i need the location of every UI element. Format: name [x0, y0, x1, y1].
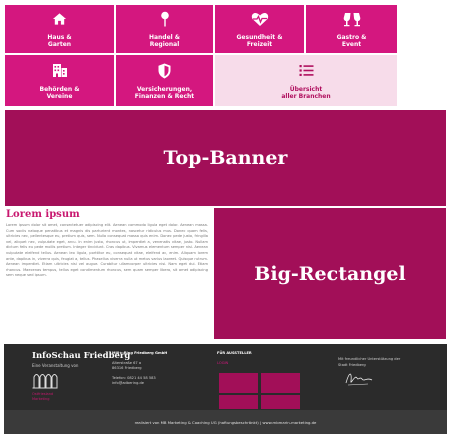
category-handel-regional[interactable]: Handel & Regional [116, 5, 213, 53]
shield-icon [158, 62, 171, 80]
big-rectangle-banner[interactable]: Big-Rectangel [214, 208, 446, 339]
footer-support: Mit freundlicher Unterstützung der Stadt… [338, 357, 401, 367]
top-banner-label: Top-Banner [163, 147, 288, 169]
organizer-logo-caption: Ostfriesland Marketing [32, 392, 54, 401]
subfooter: realisiert von MB Marketing & Coaching U… [4, 410, 447, 434]
organizer-logo-icon [32, 371, 58, 393]
top-banner[interactable]: Top-Banner [5, 110, 446, 206]
article: Lorem ipsum Lorem ipsum dolor sit amet, … [6, 209, 208, 339]
exhibitors-login-link[interactable]: LOGIN [217, 361, 252, 367]
footer-ad-slot-3[interactable] [219, 395, 258, 409]
category-gesundheit-freizeit[interactable]: Gesundheit & Freizeit [215, 5, 304, 53]
page: Haus & Garten Handel & Regional Gesundhe… [0, 0, 451, 436]
category-haus-garten[interactable]: Haus & Garten [5, 5, 114, 53]
heartbeat-icon [251, 10, 269, 28]
footer-ad-slot-1[interactable] [219, 373, 258, 393]
category-behoerden-vereine[interactable]: Behörden & Vereine [5, 55, 114, 106]
category-label: Gastro & Event [336, 34, 367, 48]
category-label: Behörden & Vereine [39, 85, 80, 100]
article-title: Lorem ipsum [6, 209, 80, 220]
category-alle-branchen[interactable]: Übersicht aller Branchen [215, 55, 397, 106]
list-icon [299, 62, 314, 80]
footer-exhibitors: FÜR AUSSTELLER LOGIN [217, 351, 252, 366]
category-label: Versicherungen, Finanzen & Recht [134, 85, 195, 100]
category-label: Haus & Garten [47, 34, 72, 48]
big-rectangle-label: Big-Rectangel [254, 262, 406, 285]
map-pin-icon [160, 10, 170, 28]
exhibitors-heading: FÜR AUSSTELLER [217, 351, 252, 355]
category-label: Übersicht aller Branchen [281, 85, 331, 100]
signature-icon [344, 368, 374, 392]
category-gastro-event[interactable]: Gastro & Event [306, 5, 397, 53]
company-city: 86316 Friedberg [112, 366, 142, 370]
home-icon [52, 10, 67, 28]
company-name: Mill+-Ring Friedberg GmbH [112, 351, 168, 355]
credits-text[interactable]: realisiert von MB Marketing & Coaching U… [135, 420, 317, 425]
article-body: Lorem ipsum dolor sit amet, consectetuer… [6, 223, 208, 278]
category-label: Gesundheit & Freizeit [236, 34, 283, 48]
buildings-icon [52, 62, 68, 80]
glasses-cheers-icon [343, 10, 361, 28]
category-label: Handel & Regional [148, 34, 181, 48]
company-email[interactable]: info@adbering.de [112, 381, 167, 387]
footer-contact: Mill+-Ring Friedberg GmbH Alterstraße 67… [112, 351, 167, 387]
footer-ad-slot-2[interactable] [261, 373, 300, 393]
footer-ad-slot-4[interactable] [261, 395, 300, 409]
footer-tagline: Eine Veranstaltung von [32, 363, 79, 368]
category-versicherungen-finanzen-recht[interactable]: Versicherungen, Finanzen & Recht [116, 55, 213, 106]
footer: InfoSchau Friedberg Eine Veranstaltung v… [4, 344, 447, 410]
